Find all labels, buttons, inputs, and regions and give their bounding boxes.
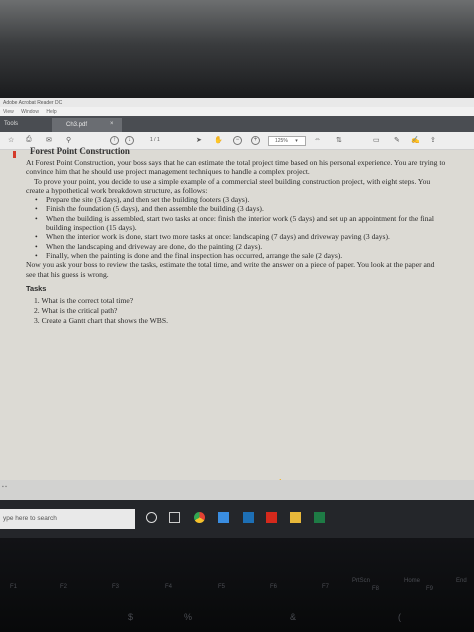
list-item: When the building is assembled, start tw… [34,214,446,233]
zoom-in-icon[interactable]: + [251,136,260,145]
menu-window[interactable]: Window [21,109,39,115]
list-item: 3. Create a Gantt chart that shows the W… [34,315,168,325]
wbs-list: Prepare the site (3 days), and then set … [34,195,446,260]
highlight-icon[interactable]: ✎ [394,136,400,144]
list-item: Finally, when the painting is done and t… [34,251,446,261]
laptop-bezel [0,0,474,98]
key-f1: F1 [10,584,18,590]
list-item: Prepare the site (3 days), and then set … [34,195,446,205]
key-prtscn: PrtScn [352,578,371,584]
document-body: At Forest Point Construction, your boss … [26,158,446,326]
window-title: Adobe Acrobat Reader DC [3,100,63,106]
review-paragraph: Now you ask your boss to review the task… [26,260,435,279]
key-f6: F6 [270,584,278,590]
status-bar: ▪ ▪ [0,480,474,500]
comment-icon[interactable]: ▭ [373,136,380,144]
key-f9: F9 [426,586,434,592]
intro-paragraph: At Forest Point Construction, your boss … [26,158,446,177]
list-item: 1. What is the correct total time? [34,296,134,306]
print-icon[interactable]: ⎙ [26,136,32,144]
list-item: 2. What is the critical path? [34,305,118,315]
key-home: Home [404,578,421,584]
window-titlebar: Adobe Acrobat Reader DC [0,98,474,107]
tasks-heading: Tasks [26,283,47,293]
tab-document-label: Ch3.pdf [66,122,88,128]
menu-bar: View Window Help [0,107,474,116]
scroll-mode-icon[interactable]: ⇅ [336,136,342,144]
zoom-out-icon[interactable]: − [233,136,242,145]
key-f2: F2 [60,584,68,590]
search-icon[interactable]: ⚲ [66,136,71,144]
key-f7: F7 [322,584,330,590]
key-percent: % [184,612,193,622]
key-f8: F8 [372,586,380,592]
folder-icon[interactable] [290,512,301,523]
task-view-icon[interactable] [169,512,180,523]
pdf-page: Forest Point Construction At Forest Poin… [0,146,474,489]
key-f3: F3 [112,584,120,590]
previous-page-icon[interactable]: ↑ [110,136,119,145]
chrome-icon[interactable] [194,512,205,523]
key-f4: F4 [165,584,173,590]
taskbar-search-input[interactable]: ype here to search [0,509,135,529]
home-icon[interactable]: ☆ [8,136,14,144]
zoom-value: 125% [275,138,288,144]
key-dollar: $ [128,612,134,622]
menu-view[interactable]: View [3,109,14,115]
search-placeholder: ype here to search [3,515,57,522]
hand-tool-icon[interactable]: ✋ [214,136,223,144]
page-indicator[interactable]: 1 / 1 [150,137,160,143]
document-heading: Forest Point Construction [30,146,130,156]
tab-close-icon[interactable]: × [110,121,114,127]
cortana-icon[interactable] [146,512,157,523]
tasks-list: 1. What is the correct total time? 2. Wh… [34,296,446,325]
keyboard: F1 F2 F3 F4 F5 F6 F7 PrtScn F8 Home F9 E… [0,538,474,632]
file-explorer-icon[interactable] [218,512,229,523]
wbs-paragraph: To prove your point, you decide to use a… [26,176,431,195]
fit-page-icon[interactable]: ⇔ [314,136,321,143]
tab-tools[interactable]: Tools [4,121,18,127]
select-cursor-icon[interactable]: ➤ [196,136,202,144]
store-icon[interactable] [243,512,254,523]
list-item: Finish the foundation (5 days), and then… [34,204,446,214]
share-icon[interactable]: ⇪ [430,136,436,144]
page-size-indicator: ▪ ▪ [2,484,7,490]
key-ampersand: & [290,612,297,622]
key-paren: ( [398,612,401,622]
section-marker [13,151,16,158]
next-page-icon[interactable]: ↓ [125,136,134,145]
key-f5: F5 [218,584,226,590]
chevron-down-icon: ▾ [295,138,298,144]
sign-icon[interactable]: ✍ [411,136,420,144]
screen: Adobe Acrobat Reader DC View Window Help… [0,98,474,538]
mail-icon[interactable]: ✉ [46,136,52,144]
acrobat-icon[interactable] [266,512,277,523]
zoom-select[interactable]: 125% ▾ [268,136,306,146]
key-end: End [456,578,467,584]
tab-bar: Tools Ch3.pdf × [0,116,474,132]
excel-icon[interactable] [314,512,325,523]
list-item: When the landscaping and driveway are do… [34,242,446,252]
menu-help[interactable]: Help [46,109,56,115]
list-item: When the interior work is done, start tw… [34,232,446,242]
windows-taskbar: ype here to search [0,500,474,538]
